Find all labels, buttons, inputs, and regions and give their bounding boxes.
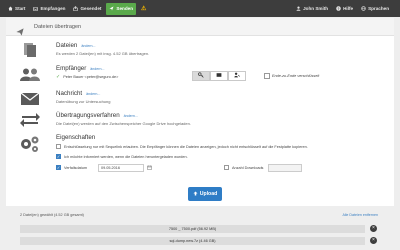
calendar-icon[interactable] [147, 165, 152, 172]
files-section-title: Dateien ändern... [56, 42, 96, 49]
nav-start[interactable]: Start [5, 3, 28, 15]
nav-right-group: John Smith ? Hilfe Sprachen [293, 0, 392, 17]
file-item-1: 7500 _ 7500.pdf (56.92 MB) [20, 225, 365, 233]
remove-all-files-link[interactable]: Alle Dateien entfernen [342, 213, 378, 217]
message-section-title: Nachricht ändern... [56, 90, 100, 97]
warning-icon[interactable]: ⚠ [138, 3, 149, 15]
key-icon [198, 72, 204, 80]
nav-senden[interactable]: Senden [106, 2, 137, 15]
option-expiry[interactable]: ✓ Verfallsdatum [56, 165, 87, 170]
option2-label: Ich möchte informiert werden, wenn die D… [64, 154, 188, 159]
nav-empfangen-label: Empfangen [40, 6, 66, 11]
expiry-date-input[interactable]: 09.05.2016 [98, 164, 144, 172]
selected-files-summary: 2 Datei(en) gewählt (4.52 GB gesamt) [20, 213, 84, 217]
recipient-email: Peter Bauer <peter@seguro.de> [63, 75, 119, 79]
option1-checkbox[interactable] [56, 144, 61, 149]
files-summary-text: Es werden 2 Datei(en) mit insg. 4.52 GB … [56, 51, 150, 56]
home-icon [8, 6, 13, 11]
files-edit-link[interactable]: ändern... [81, 44, 95, 48]
help-icon: ? [336, 6, 341, 11]
option-download-count[interactable]: Anzahl Downloads [224, 165, 263, 170]
nav-gesendet-label: Gesendet [80, 6, 102, 11]
recipients-edit-link[interactable]: ändern... [90, 67, 104, 71]
option-notify-download[interactable]: ✓ Ich möchte informiert werden, wenn die… [56, 154, 188, 159]
e2e-checkbox[interactable] [264, 73, 270, 79]
upload-button[interactable]: Upload [188, 187, 222, 201]
nav-help[interactable]: ? Hilfe [333, 3, 356, 15]
panel-header: Dateien übertragen [6, 18, 394, 36]
recipients-section-title: Empfänger ändern... [56, 65, 104, 72]
user-icon [296, 6, 301, 11]
download-count-input[interactable] [268, 164, 302, 172]
nav-start-label: Start [15, 6, 26, 11]
option2-checkbox[interactable]: ✓ [56, 154, 61, 159]
nav-left-group: Start Empfangen Gesendet Senden ⚠ [5, 0, 149, 17]
outbox-icon [73, 6, 79, 11]
downloads-label: Anzahl Downloads [232, 165, 264, 170]
remove-file-1-close-icon[interactable]: × [370, 225, 377, 232]
card-icon [216, 72, 222, 80]
check-icon: ✓ [56, 74, 61, 80]
nav-help-label: Hilfe [343, 6, 354, 11]
transfer-panel: Dateien übertragen Dateien ändern... Es w… [6, 18, 394, 206]
encryption-card-toggle[interactable] [210, 71, 228, 81]
transfer-title-text: Übertragungsverfahren [56, 112, 120, 119]
nav-languages-label: Sprachen [368, 6, 389, 11]
nav-senden-label: Senden [116, 6, 134, 11]
files-title-text: Dateien [56, 42, 78, 49]
option1-label: Entschlüsselung nur mit Sequelink erlaub… [64, 144, 308, 149]
globe-icon [361, 6, 366, 11]
nav-languages[interactable]: Sprachen [358, 3, 392, 15]
message-envelope-icon [19, 91, 41, 107]
inbox-icon [33, 6, 39, 11]
nav-user-label: John Smith [303, 6, 329, 11]
encryption-key-toggle[interactable] [192, 71, 210, 81]
nav-empfangen[interactable]: Empfangen [30, 3, 68, 15]
paper-plane-icon [16, 23, 24, 36]
recipients-icon [19, 67, 41, 83]
files-icon [19, 42, 41, 58]
recipients-title-text: Empfänger [56, 65, 87, 72]
recipient-row: ✓ Peter Bauer <peter@seguro.de> [56, 74, 118, 80]
transfer-method-text: Die Datei(en) werden auf den Zwischenspe… [56, 121, 191, 126]
e2e-label: Ende-zu-Ende verschlüsselt [272, 74, 320, 78]
transfer-edit-link[interactable]: ändern... [124, 114, 138, 118]
remove-file-2-close-icon[interactable]: × [370, 237, 377, 244]
upload-icon [193, 191, 198, 198]
upload-label: Upload [199, 191, 218, 197]
nav-user[interactable]: John Smith [293, 3, 331, 15]
transfer-arrows-icon [19, 111, 41, 127]
gears-icon [19, 135, 41, 152]
file-item-2: sql-dump.new.7z (4.46 GB) [20, 237, 365, 245]
end-to-end-option[interactable]: Ende-zu-Ende verschlüsselt [264, 73, 319, 79]
panel-title: Dateien übertragen [34, 24, 82, 30]
message-text: Datenübung zur Untersuchung [56, 99, 111, 104]
top-navigation-bar: Start Empfangen Gesendet Senden ⚠ John S… [0, 0, 400, 17]
option-sequelink-only[interactable]: Entschlüsselung nur mit Sequelink erlaub… [56, 144, 308, 149]
send-icon [109, 6, 114, 11]
user-key-icon [234, 72, 240, 80]
downloads-checkbox[interactable] [224, 165, 229, 170]
encryption-user-key-toggle[interactable] [228, 71, 246, 81]
message-title-text: Nachricht [56, 90, 83, 97]
properties-section-title: Eigenschaften [56, 134, 96, 141]
svg-text:?: ? [338, 7, 340, 11]
transfer-section-title: Übertragungsverfahren ändern... [56, 112, 138, 119]
message-edit-link[interactable]: ändern... [86, 92, 100, 96]
nav-gesendet[interactable]: Gesendet [70, 3, 104, 15]
expiry-label: Verfallsdatum [64, 165, 88, 170]
expiry-checkbox[interactable]: ✓ [56, 165, 61, 170]
